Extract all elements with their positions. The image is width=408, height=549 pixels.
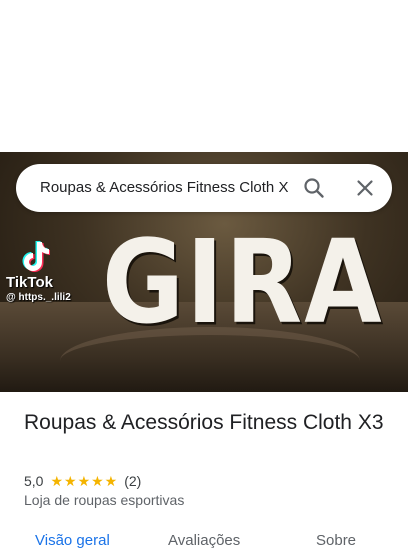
- tiktok-watermark: TikTok @ https._.lili2: [6, 240, 86, 304]
- place-category[interactable]: Loja de roupas esportivas: [24, 492, 184, 508]
- rating-row[interactable]: 5,0 ★★★★★ (2): [24, 472, 141, 490]
- place-tabs: Visão geral Avaliações Sobre: [0, 528, 408, 549]
- star-rating-icon: ★★★★★: [50, 472, 119, 489]
- tab-about[interactable]: Sobre: [316, 532, 356, 549]
- tab-reviews[interactable]: Avaliações: [168, 532, 240, 549]
- tiktok-logo-icon: [22, 241, 50, 272]
- close-icon[interactable]: [353, 176, 377, 200]
- rating-value: 5,0: [24, 473, 44, 489]
- tiktok-handle: @ https._.lili2: [6, 292, 71, 303]
- search-icon[interactable]: [302, 176, 326, 200]
- review-count[interactable]: (2): [124, 473, 141, 489]
- tiktok-brand-label: TikTok: [6, 274, 53, 291]
- search-bar[interactable]: Roupas & Acessórios Fitness Cloth X3: [16, 164, 392, 212]
- place-title: Roupas & Acessórios Fitness Cloth X3: [24, 411, 384, 434]
- photo-overlay-text: GIRA: [102, 215, 384, 350]
- search-input[interactable]: Roupas & Acessórios Fitness Cloth X3: [40, 178, 288, 198]
- tab-overview[interactable]: Visão geral: [35, 532, 110, 549]
